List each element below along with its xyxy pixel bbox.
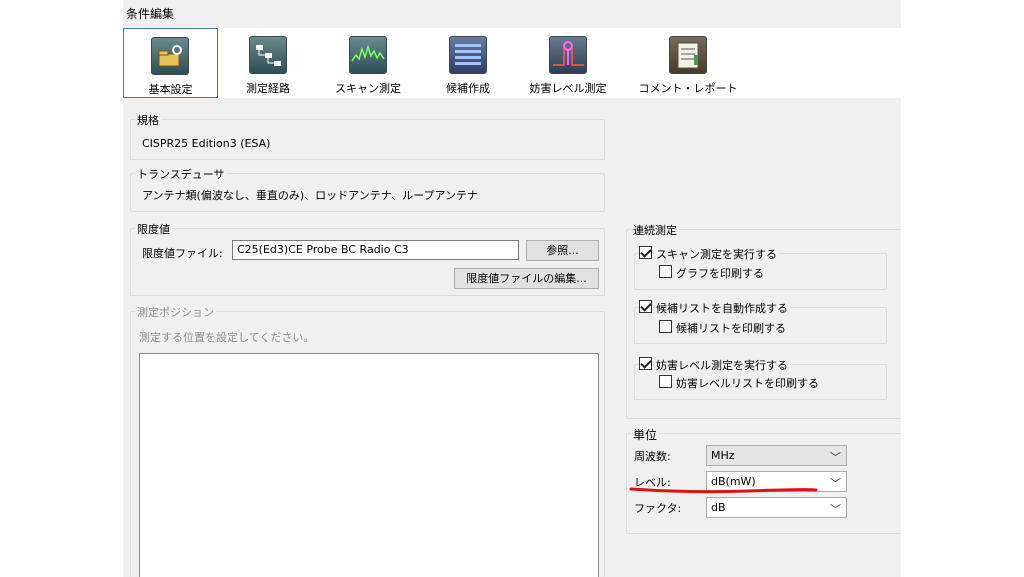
chevron-down-icon: ﹀	[830, 451, 841, 464]
units-legend: 単位	[631, 426, 660, 443]
disturbance-label: 妨害レベル測定を実行する	[654, 357, 790, 373]
edit-limit-file-button[interactable]: 限度値ファイルの編集...	[454, 268, 599, 289]
annotation-underline	[629, 487, 818, 494]
candidate-list-icon	[449, 36, 487, 74]
frequency-value: MHz	[711, 449, 735, 462]
window-title: 条件編集	[126, 7, 175, 21]
tab-label: コメント・レポート	[638, 82, 738, 95]
browse-button[interactable]: 参照...	[526, 240, 599, 261]
print-candidate-label: 候補リストを印刷する	[676, 322, 786, 335]
position-list[interactable]	[139, 353, 599, 577]
limit-file-input[interactable]: C25(Ed3)CE Probe BC Radio C3	[232, 240, 519, 260]
position-hint: 測定する位置を設定してください。	[139, 331, 315, 344]
tab-scan-measurement[interactable]: スキャン測定	[323, 28, 413, 98]
tab-label: スキャン測定	[335, 82, 401, 95]
print-disturbance-checkbox[interactable]	[659, 375, 672, 388]
candidate-checkbox[interactable]	[639, 300, 652, 313]
path-diagram-icon	[249, 36, 287, 74]
tab-label: 基本設定	[148, 83, 193, 96]
frequency-select[interactable]: MHz ﹀	[706, 445, 847, 466]
scan-waveform-icon	[349, 36, 387, 74]
chevron-down-icon: ﹀	[830, 503, 841, 516]
scan-label: スキャン測定を実行する	[654, 246, 779, 262]
tab-label: 測定経路	[246, 82, 290, 95]
print-graph-checkbox[interactable]	[659, 265, 672, 278]
toolbar: 基本設定 測定経路 スキャン測定 候補作成 妨害レベル測定 コメント・レポート	[123, 28, 901, 98]
candidate-label: 候補リストを自動作成する	[654, 300, 790, 316]
transducer-value: アンテナ類(偏波なし、垂直のみ)、ロッドアンテナ、ループアンテナ	[142, 189, 479, 202]
transducer-legend: トランスデューサ	[135, 166, 227, 182]
scan-checkbox[interactable]	[639, 246, 652, 259]
tab-candidate-creation[interactable]: 候補作成	[423, 28, 513, 98]
factor-label: ファクタ:	[634, 502, 682, 515]
tab-label: 妨害レベル測定	[529, 82, 607, 95]
limit-legend: 限度値	[135, 221, 172, 237]
tab-disturbance-level[interactable]: 妨害レベル測定	[523, 28, 613, 98]
print-graph-label: グラフを印刷する	[676, 267, 764, 280]
folder-settings-icon	[151, 37, 189, 75]
print-disturbance-label: 妨害レベルリストを印刷する	[676, 377, 819, 390]
print-candidate-checkbox[interactable]	[659, 320, 672, 333]
factor-select[interactable]: dB ﹀	[706, 497, 847, 518]
report-icon	[669, 36, 707, 74]
tab-measurement-path[interactable]: 測定経路	[223, 28, 313, 98]
disturbance-checkbox[interactable]	[639, 357, 652, 370]
limit-file-label: 限度値ファイル:	[142, 247, 223, 260]
frequency-label: 周波数:	[634, 450, 671, 463]
tab-comment-report[interactable]: コメント・レポート	[633, 28, 743, 98]
tab-basic-settings[interactable]: 基本設定	[123, 28, 218, 98]
tab-label: 候補作成	[446, 82, 490, 95]
chevron-down-icon: ﹀	[830, 477, 841, 490]
disturbance-level-icon	[549, 36, 587, 74]
continuous-legend: 連続測定	[631, 222, 679, 238]
factor-value: dB	[711, 501, 726, 514]
position-legend: 測定ポジション	[135, 304, 216, 320]
standard-value: CISPR25 Edition3 (ESA)	[142, 137, 271, 150]
standard-legend: 規格	[135, 112, 161, 128]
